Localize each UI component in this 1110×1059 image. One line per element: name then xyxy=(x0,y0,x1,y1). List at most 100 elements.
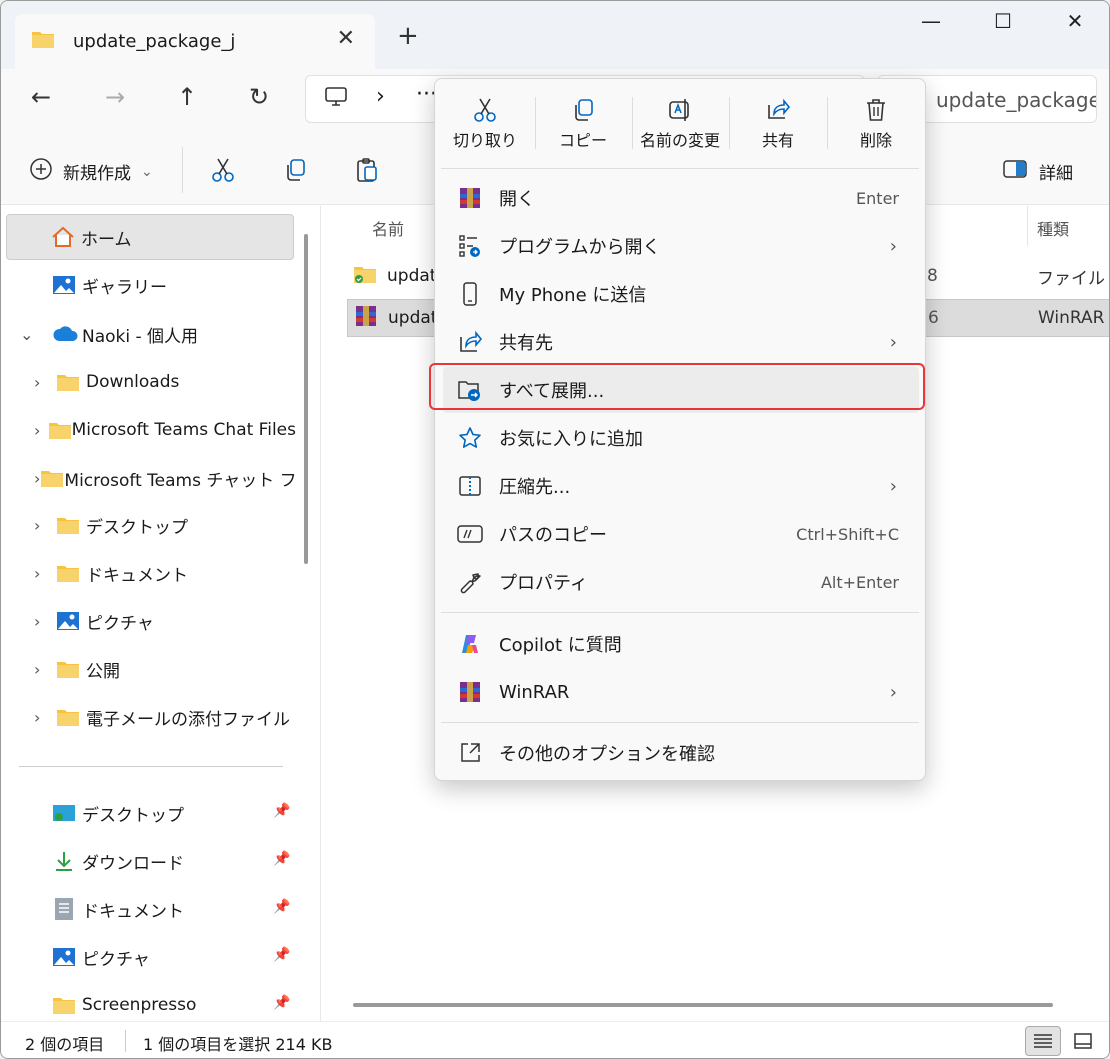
menu-item-more-options[interactable]: その他のオプションを確認 xyxy=(443,730,919,776)
winrar-icon xyxy=(457,187,483,209)
chevron-right-icon[interactable]: › xyxy=(34,708,56,727)
copy-button[interactable]: コピー xyxy=(535,93,631,157)
up-arrow-icon[interactable]: ↑ xyxy=(177,83,197,111)
sidebar-item-pictures[interactable]: › ピクチャ xyxy=(6,598,296,644)
folder-icon xyxy=(56,563,86,583)
chevron-right-icon[interactable]: › xyxy=(34,612,56,631)
pin-icon[interactable]: 📌 xyxy=(273,899,290,915)
menu-item-label: WinRAR xyxy=(499,681,570,703)
horizontal-scrollbar[interactable] xyxy=(353,1003,1053,1007)
chevron-right-icon[interactable]: › xyxy=(34,564,56,583)
menu-item-add-favorite[interactable]: お気に入りに追加 xyxy=(443,415,919,461)
folder-icon xyxy=(52,995,82,1015)
sidebar-scrollbar[interactable] xyxy=(304,234,308,564)
menu-item-open-with[interactable]: プログラムから開く › xyxy=(443,223,919,269)
share-label: 共有 xyxy=(761,131,794,150)
navigation-pane: ホーム ギャラリー ⌄ Naoki - 個人用 › Downloads › Mi… xyxy=(1,206,321,1021)
chevron-right-icon[interactable]: › xyxy=(34,373,56,392)
details-view-button[interactable] xyxy=(1025,1026,1061,1056)
pin-icon[interactable]: 📌 xyxy=(273,851,290,867)
minimize-button[interactable]: — xyxy=(911,9,951,39)
menu-item-winrar[interactable]: WinRAR › xyxy=(443,669,919,715)
close-tab-icon[interactable]: ✕ xyxy=(337,26,355,51)
file-date: 8 xyxy=(927,266,938,286)
highlight-annotation-box xyxy=(429,363,925,410)
this-pc-icon[interactable] xyxy=(324,86,348,113)
pin-icon[interactable]: 📌 xyxy=(273,803,290,819)
sidebar-item-public[interactable]: › 公開 xyxy=(6,646,296,692)
cut-button[interactable]: 切り取り xyxy=(437,93,533,157)
tab-update-package[interactable]: update_package_j ✕ xyxy=(15,14,375,69)
chevron-right-icon[interactable]: › xyxy=(34,516,56,535)
column-separator[interactable] xyxy=(1027,206,1028,246)
quick-access-downloads[interactable]: ダウンロード xyxy=(6,838,296,884)
folder-icon xyxy=(56,372,86,392)
folder-icon xyxy=(48,420,72,440)
winrar-icon xyxy=(354,305,378,332)
file-type: WinRAR ZIP xyxy=(1038,308,1109,328)
breadcrumb-chevron-icon[interactable]: › xyxy=(376,84,385,109)
details-pane-label: 詳細 xyxy=(1039,164,1073,184)
menu-item-properties[interactable]: プロパティ Alt+Enter xyxy=(443,559,919,605)
new-button[interactable]: 新規作成 ⌄ xyxy=(29,157,153,186)
onedrive-cloud-icon xyxy=(52,325,82,343)
close-window-button[interactable]: ✕ xyxy=(1055,9,1095,39)
quick-access-pictures[interactable]: ピクチャ xyxy=(6,934,296,980)
chevron-down-icon[interactable]: ⌄ xyxy=(20,325,42,344)
external-options-icon xyxy=(457,741,483,765)
column-header-type[interactable]: 種類 xyxy=(1037,216,1069,240)
refresh-icon[interactable]: ↻ xyxy=(249,83,269,111)
rename-button[interactable]: 名前の変更 xyxy=(632,93,728,157)
share-button[interactable]: 共有 xyxy=(730,93,826,157)
maximize-button[interactable]: ☐ xyxy=(983,9,1023,39)
sidebar-item-label: Downloads xyxy=(86,372,180,392)
details-pane-button[interactable]: 詳細 xyxy=(1003,159,1073,184)
selection-info: 1 個の項目を選択 214 KB xyxy=(143,1035,333,1054)
copy-icon[interactable] xyxy=(283,157,307,188)
sidebar-item-email-attachments[interactable]: › 電子メールの添付ファイル xyxy=(6,694,296,740)
sidebar-item-gallery[interactable]: ギャラリー xyxy=(6,262,294,308)
menu-item-send-to-phone[interactable]: My Phone に送信 xyxy=(443,271,919,317)
paste-icon[interactable] xyxy=(355,157,379,188)
folder-icon xyxy=(56,659,86,679)
folder-icon xyxy=(56,707,86,727)
menu-item-share-to[interactable]: 共有先 › xyxy=(443,319,919,365)
pin-icon[interactable]: 📌 xyxy=(273,995,290,1011)
menu-item-open[interactable]: 開く Enter xyxy=(443,175,919,221)
quick-access-documents[interactable]: ドキュメント xyxy=(6,886,296,932)
tiles-view-button[interactable] xyxy=(1065,1026,1101,1056)
tiles-view-icon xyxy=(1074,1033,1092,1049)
quick-access-desktop[interactable]: デスクトップ xyxy=(6,790,296,836)
sidebar-item-home[interactable]: ホーム xyxy=(6,214,294,260)
sidebar-item-onedrive[interactable]: ⌄ Naoki - 個人用 xyxy=(6,311,294,357)
chevron-right-icon[interactable]: › xyxy=(34,421,48,440)
sidebar-item-teams-chat-files-ja[interactable]: › Microsoft Teams チャット ファイル xyxy=(6,455,296,501)
sidebar-item-label: ドキュメント xyxy=(86,565,188,586)
chevron-right-icon: › xyxy=(889,475,897,497)
menu-item-label: プログラムから開く xyxy=(499,237,661,258)
sidebar-item-downloads[interactable]: › Downloads xyxy=(6,359,296,405)
forward-arrow-icon[interactable]: → xyxy=(105,83,125,111)
cut-icon[interactable] xyxy=(211,157,235,188)
delete-button[interactable]: 削除 xyxy=(828,93,924,157)
pictures-icon xyxy=(56,610,86,632)
menu-item-compress-to[interactable]: 圧縮先... › xyxy=(443,463,919,509)
new-tab-button[interactable]: + xyxy=(397,21,419,51)
file-date: 6 xyxy=(928,308,939,328)
column-header-name[interactable]: 名前 xyxy=(372,216,404,240)
sidebar-item-label: ダウンロード xyxy=(82,853,184,874)
sidebar-item-documents[interactable]: › ドキュメント xyxy=(6,550,296,596)
share-icon xyxy=(730,93,826,127)
chevron-right-icon[interactable]: › xyxy=(34,660,56,679)
item-count: 2 個の項目 xyxy=(25,1035,105,1054)
folder-icon xyxy=(56,515,86,535)
sidebar-divider xyxy=(19,766,283,767)
toolbar-separator xyxy=(182,147,183,193)
menu-item-ask-copilot[interactable]: Copilot に質問 xyxy=(443,621,919,667)
rename-icon xyxy=(632,93,728,127)
menu-item-copy-path[interactable]: パスのコピー Ctrl+Shift+C xyxy=(443,511,919,557)
back-arrow-icon[interactable]: ← xyxy=(31,83,51,111)
pin-icon[interactable]: 📌 xyxy=(273,947,290,963)
sidebar-item-teams-chat-files[interactable]: › Microsoft Teams Chat Files xyxy=(6,407,296,453)
sidebar-item-desktop[interactable]: › デスクトップ xyxy=(6,502,296,548)
